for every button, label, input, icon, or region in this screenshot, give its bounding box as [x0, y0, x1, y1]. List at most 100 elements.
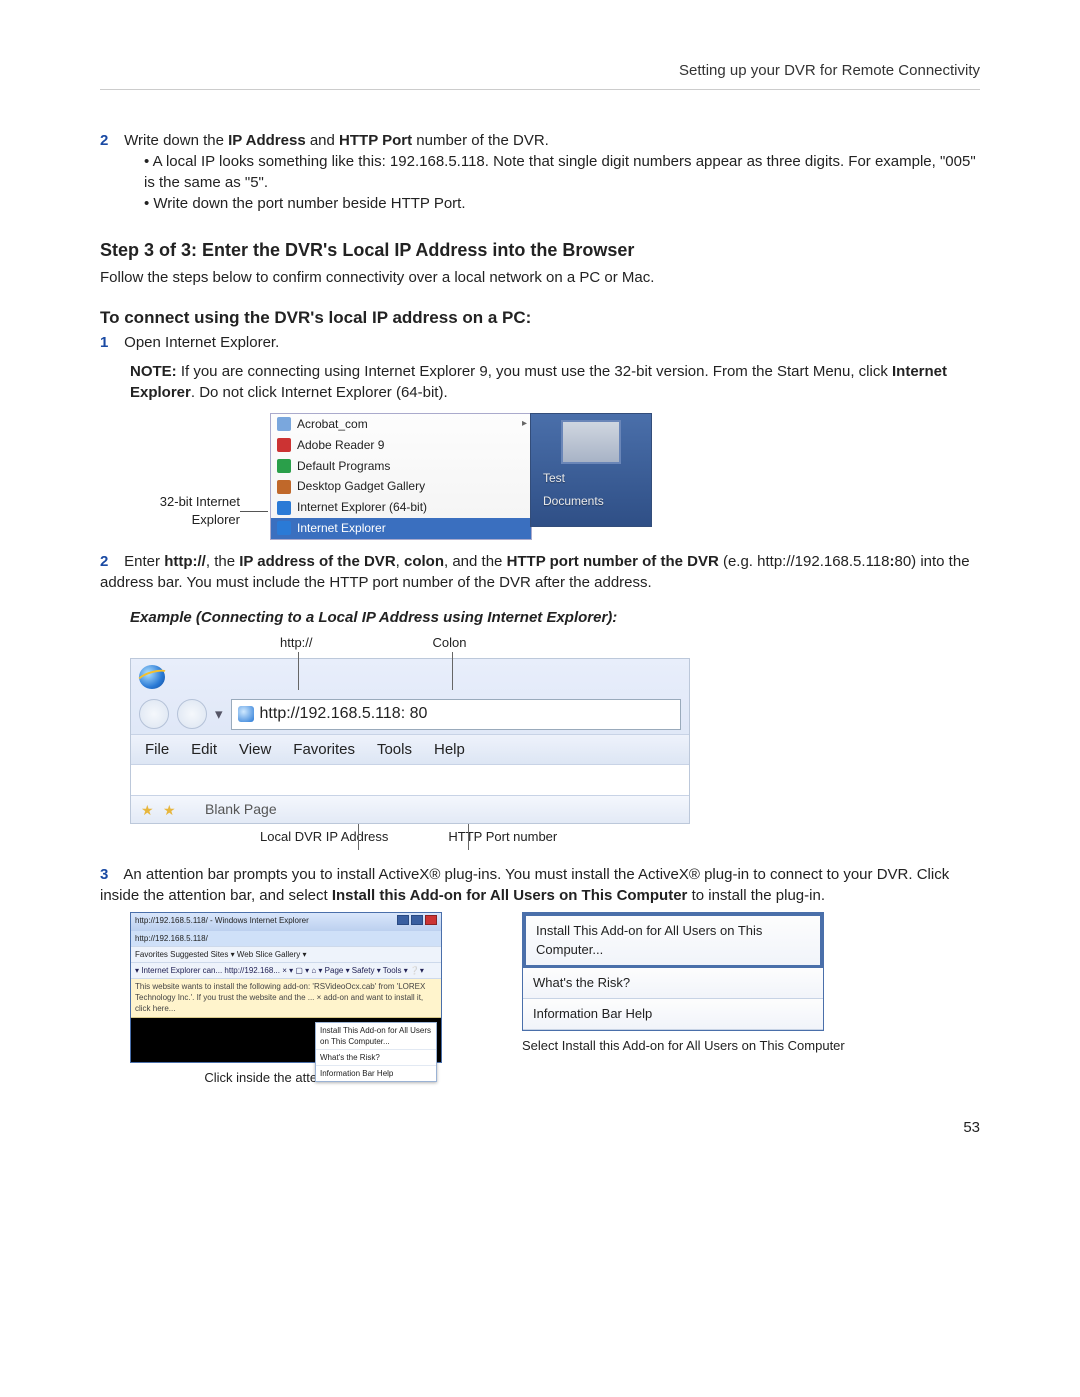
t: Enter [124, 553, 164, 570]
ie-icon [277, 501, 291, 515]
page-body: Install This Add-on for All Users on Thi… [131, 1018, 441, 1062]
b: HTTP port number of the DVR [507, 553, 719, 570]
ie-icon [277, 521, 291, 535]
dropdown-icon[interactable]: ▾ [215, 704, 223, 725]
app-icon [277, 417, 291, 431]
rp-label[interactable]: Test [531, 464, 651, 487]
callout-http: http:// [280, 634, 313, 652]
label: Desktop Gadget Gallery [297, 478, 425, 495]
t: If you are connecting using Internet Exp… [177, 363, 892, 380]
ctx-risk[interactable]: What's the Risk? [523, 968, 823, 999]
ie-logo-icon [139, 665, 165, 689]
step-pc-2: 2 Enter http://, the IP address of the D… [100, 551, 980, 593]
ie-body [131, 765, 689, 795]
callout-ip: Local DVR IP Address [260, 828, 388, 846]
window-title: http://192.168.5.118/ - Windows Internet… [135, 915, 309, 928]
pc-heading: To connect using the DVR's local IP addr… [100, 306, 980, 330]
t: , the [206, 553, 239, 570]
ctx-install[interactable]: Install This Add-on for All Users on Thi… [523, 913, 823, 967]
menu-help[interactable]: Help [434, 739, 465, 760]
app-icon [277, 480, 291, 494]
back-button[interactable] [139, 699, 169, 729]
step-number: 3 [100, 864, 120, 885]
menu-item[interactable]: Internet Explorer (64-bit) [271, 497, 531, 518]
callout-port: HTTP Port number [448, 828, 557, 846]
menu-view[interactable]: View [239, 739, 271, 760]
t: , [396, 553, 404, 570]
header-rule [100, 89, 980, 90]
label: Internet Explorer (64-bit) [297, 499, 427, 516]
fig1-caption: 32-bit Internet Explorer [130, 493, 240, 529]
step3-intro: Follow the steps below to confirm connec… [100, 267, 980, 288]
fig3-left: http://192.168.5.118/ - Windows Internet… [130, 912, 442, 1087]
step-number: 2 [100, 551, 120, 572]
add-favorites-icon[interactable]: ★ [163, 801, 179, 817]
nav-row: http://192.168.5.118/ [131, 931, 441, 946]
label: Default Programs [297, 458, 390, 475]
b: HTTP Port [339, 132, 412, 149]
app-icon [277, 438, 291, 452]
menu-item[interactable]: Adobe Reader 9 [271, 435, 531, 456]
callout-line [452, 652, 453, 690]
label: Internet Explorer [297, 520, 386, 537]
context-menu-large: Install This Add-on for All Users on Thi… [522, 912, 824, 1031]
fig3-right: Install This Add-on for All Users on Thi… [522, 912, 845, 1055]
ie-window: ▾ http://192.168.5.118: 80 File Edit Vie… [130, 658, 690, 824]
step-2-text: Write down the IP Address and HTTP Port … [124, 132, 549, 149]
step-number: 1 [100, 332, 120, 353]
t: . Do not click Internet Explorer (64-bit… [191, 384, 448, 401]
start-menu: Acrobat_com▸ Adobe Reader 9 Default Prog… [270, 413, 532, 540]
page-header: Setting up your DVR for Remote Connectiv… [100, 60, 980, 81]
tab-label[interactable]: Blank Page [205, 800, 277, 820]
menu-favorites[interactable]: Favorites [293, 739, 355, 760]
t: to install the plug-in. [687, 887, 825, 904]
label: Adobe Reader 9 [297, 437, 384, 454]
attention-bar[interactable]: This website wants to install the follow… [131, 979, 441, 1018]
menu-edit[interactable]: Edit [191, 739, 217, 760]
t: number of the DVR. [412, 132, 549, 149]
fig3-caption-right: Select Install this Add-on for All Users… [522, 1037, 845, 1055]
example-heading: Example (Connecting to a Local IP Addres… [130, 607, 980, 628]
step-pc-1: 1 Open Internet Explorer. NOTE: If you a… [100, 332, 980, 403]
app-icon [277, 459, 291, 473]
menu-item-selected[interactable]: Internet Explorer [271, 518, 531, 539]
menu-tools[interactable]: Tools [377, 739, 412, 760]
callout-line [298, 652, 299, 690]
step3-heading: Step 3 of 3: Enter the DVR's Local IP Ad… [100, 238, 980, 263]
address-bar[interactable]: http://192.168.5.118: 80 [231, 699, 681, 729]
page-number: 53 [100, 1117, 980, 1138]
b: http:// [164, 553, 206, 570]
ctx-risk[interactable]: What's the Risk? [316, 1050, 436, 1066]
window-buttons[interactable] [395, 915, 437, 928]
figure-activex: http://192.168.5.118/ - Windows Internet… [130, 912, 980, 1087]
ie-top-row [131, 659, 689, 693]
menu-item[interactable]: Default Programs [271, 456, 531, 477]
start-menu-right-pane: Test Documents [530, 413, 652, 527]
ctx-install[interactable]: Install This Add-on for All Users on Thi… [316, 1023, 436, 1050]
menu-item[interactable]: Desktop Gadget Gallery [271, 476, 531, 497]
ie-menubar: File Edit View Favorites Tools Help [131, 734, 689, 765]
menu-item[interactable]: Acrobat_com▸ [271, 414, 531, 435]
ctx-help[interactable]: Information Bar Help [316, 1066, 436, 1081]
callout-line [468, 824, 469, 850]
step-text: Open Internet Explorer. [124, 334, 279, 351]
favorites-star-icon[interactable]: ★ [141, 801, 157, 817]
t: Write down the [124, 132, 228, 149]
t: (e.g. http://192.168.5.118 [719, 553, 890, 570]
figure-ie-addressbar: http:// Colon ▾ http://192.168.5.118: 80… [130, 634, 690, 846]
callout-colon: Colon [433, 634, 467, 652]
menu-file[interactable]: File [145, 739, 169, 760]
figure-start-menu: 32-bit Internet Explorer Acrobat_com▸ Ad… [130, 413, 980, 533]
favorites-row: Favorites Suggested Sites ▾ Web Slice Ga… [131, 946, 441, 963]
ie-nav-row: ▾ http://192.168.5.118: 80 [131, 693, 689, 733]
rp-label[interactable]: Documents [531, 487, 651, 510]
address-text: http://192.168.5.118: 80 [260, 703, 428, 725]
callout-line [240, 511, 268, 512]
callout-line [358, 824, 359, 850]
ctx-help[interactable]: Information Bar Help [523, 999, 823, 1030]
b: IP address of the DVR [239, 553, 395, 570]
forward-button[interactable] [177, 699, 207, 729]
callouts-top: http:// Colon [130, 634, 690, 652]
titlebar: http://192.168.5.118/ - Windows Internet… [131, 913, 441, 930]
note-label: NOTE: [130, 363, 177, 380]
